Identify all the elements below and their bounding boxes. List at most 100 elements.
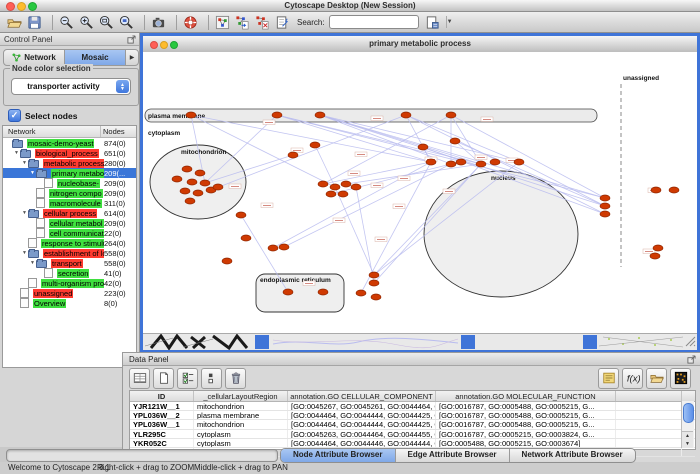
network-node[interactable] [600,211,610,217]
network-node[interactable] [193,190,203,196]
disclosure-arrow-icon[interactable]: ▼ [29,170,36,176]
disclosure-arrow-icon[interactable]: ▼ [21,210,28,216]
disclosure-arrow-icon[interactable]: ▼ [13,150,20,156]
tree-column-network[interactable]: Network [3,126,101,137]
tree-row[interactable]: ▼establishment of lo558(0) [3,248,136,258]
open-icon[interactable] [6,14,23,31]
table-column-header[interactable] [616,391,682,401]
import-attributes-icon[interactable] [598,368,619,389]
network-node[interactable] [651,187,661,193]
network-window-titlebar[interactable]: primary metabolic process [143,36,697,53]
tree-column-nodes[interactable]: Nodes [101,126,136,137]
tree-row[interactable]: multi-organism pro42(0) [3,278,136,288]
table-row[interactable]: YLR295Ccytoplasm[GO:0045263, GO:0044464,… [130,430,695,439]
search-dropdown-icon[interactable]: ▼ [446,16,453,28]
tree-row[interactable]: Overview8(0) [3,298,136,308]
load-attributes-icon[interactable] [646,368,667,389]
network-node[interactable] [185,198,195,204]
network-node[interactable] [600,195,610,201]
network-node[interactable] [426,159,436,165]
table-row[interactable]: YPL036W__1mitochondrion[GO:0044464, GO:0… [130,420,695,429]
float-data-panel-icon[interactable] [687,355,696,364]
table-column-header[interactable]: ID [130,391,194,401]
network-overview-icon[interactable] [214,14,231,31]
tab-overflow-arrow[interactable]: ▶ [126,50,138,65]
network-node[interactable] [283,289,293,295]
network-node[interactable] [446,112,456,118]
attribute-list-icon[interactable] [201,368,222,389]
network-node[interactable] [241,235,251,241]
tab-mosaic[interactable]: Mosaic [65,50,126,65]
tree-row[interactable]: ▼primary metabol209(... [3,168,136,178]
network-node[interactable] [669,187,679,193]
network-canvas[interactable]: plasma membranecytoplasmmitochondrionnuc… [143,52,697,333]
attribute-matrix-icon[interactable] [670,368,691,389]
tab-network-attribute-browser[interactable]: Network Attribute Browser [510,449,635,462]
attribute-checklist-icon[interactable] [177,368,198,389]
network-node[interactable] [338,191,348,197]
zoom-fit-icon[interactable] [98,14,115,31]
network-node[interactable] [600,203,610,209]
tree-row[interactable]: ▼cellular process614(0) [3,208,136,218]
network-node[interactable] [315,112,325,118]
network-node[interactable] [180,188,190,194]
network-node[interactable] [279,244,289,250]
table-scrollbar[interactable]: ▲▼ [681,401,694,448]
tree-row[interactable]: secretion41(0) [3,268,136,278]
scrollbar-arrows[interactable]: ▲▼ [682,431,693,448]
network-node[interactable] [653,245,663,251]
network-node[interactable] [236,212,246,218]
tree-row[interactable]: ▼metabolic process280(0) [3,158,136,168]
table-row[interactable]: YKR052Ccytoplasm[GO:0044464, GO:0044446,… [130,439,695,448]
table-column-header[interactable]: annotation.GO CELLULAR_COMPONENT [288,391,436,401]
node-color-select[interactable]: transporter activity ▲▼ [11,78,131,95]
select-nodes-checkbox[interactable]: ✓ [8,109,21,122]
network-node[interactable] [476,161,486,167]
network-node[interactable] [187,179,197,185]
network-node[interactable] [172,176,182,182]
network-node[interactable] [356,290,366,296]
table-row[interactable]: YPL036W__2plasma membrane[GO:0044464, GO… [130,411,695,420]
tree-row[interactable]: unassigned223(0) [3,288,136,298]
network-node[interactable] [318,289,328,295]
network-node[interactable] [456,159,466,165]
table-row[interactable]: YJR121W__1mitochondrion[GO:0045267, GO:0… [130,402,695,411]
attribute-batch-icon[interactable] [424,14,441,31]
network-node[interactable] [186,112,196,118]
scrollbar-thumb[interactable] [683,403,694,423]
network-node[interactable] [200,180,210,186]
network-node[interactable] [418,144,428,150]
network-node[interactable] [341,181,351,187]
network-node[interactable] [222,258,232,264]
network-node[interactable] [326,191,336,197]
network-node[interactable] [450,138,460,144]
network-node[interactable] [330,184,340,190]
network-node[interactable] [310,142,320,148]
tree-row[interactable]: nucleobase-209(0) [3,178,136,188]
table-column-header[interactable]: _cellularLayoutRegion [194,391,288,401]
network-node[interactable] [514,159,524,165]
snapshot-icon[interactable] [150,14,167,31]
help-icon[interactable] [182,14,199,31]
network-node[interactable] [446,161,456,167]
float-panel-icon[interactable] [127,35,136,44]
resize-grip-icon[interactable] [685,336,696,347]
tree-row[interactable]: ▼transport558(0) [3,258,136,268]
network-edge[interactable] [356,187,374,283]
network-node[interactable] [650,253,660,259]
tree-row[interactable]: ▼biological_process651(0) [3,148,136,158]
tab-network[interactable]: Network [4,50,65,65]
network-node[interactable] [182,166,192,172]
network-edge[interactable] [211,115,406,190]
delete-attribute-icon[interactable] [225,368,246,389]
table-column-header[interactable]: annotation.GO MOLECULAR_FUNCTION [436,391,616,401]
network-node[interactable] [268,245,278,251]
select-attributes-icon[interactable] [129,368,150,389]
disclosure-arrow-icon[interactable]: ▼ [21,250,28,256]
network-edge[interactable] [315,145,335,187]
zoom-selected-icon[interactable] [118,14,135,31]
network-edge[interactable] [335,187,374,275]
network-node[interactable] [369,272,379,278]
network-node[interactable] [369,280,379,286]
network-node[interactable] [288,152,298,158]
